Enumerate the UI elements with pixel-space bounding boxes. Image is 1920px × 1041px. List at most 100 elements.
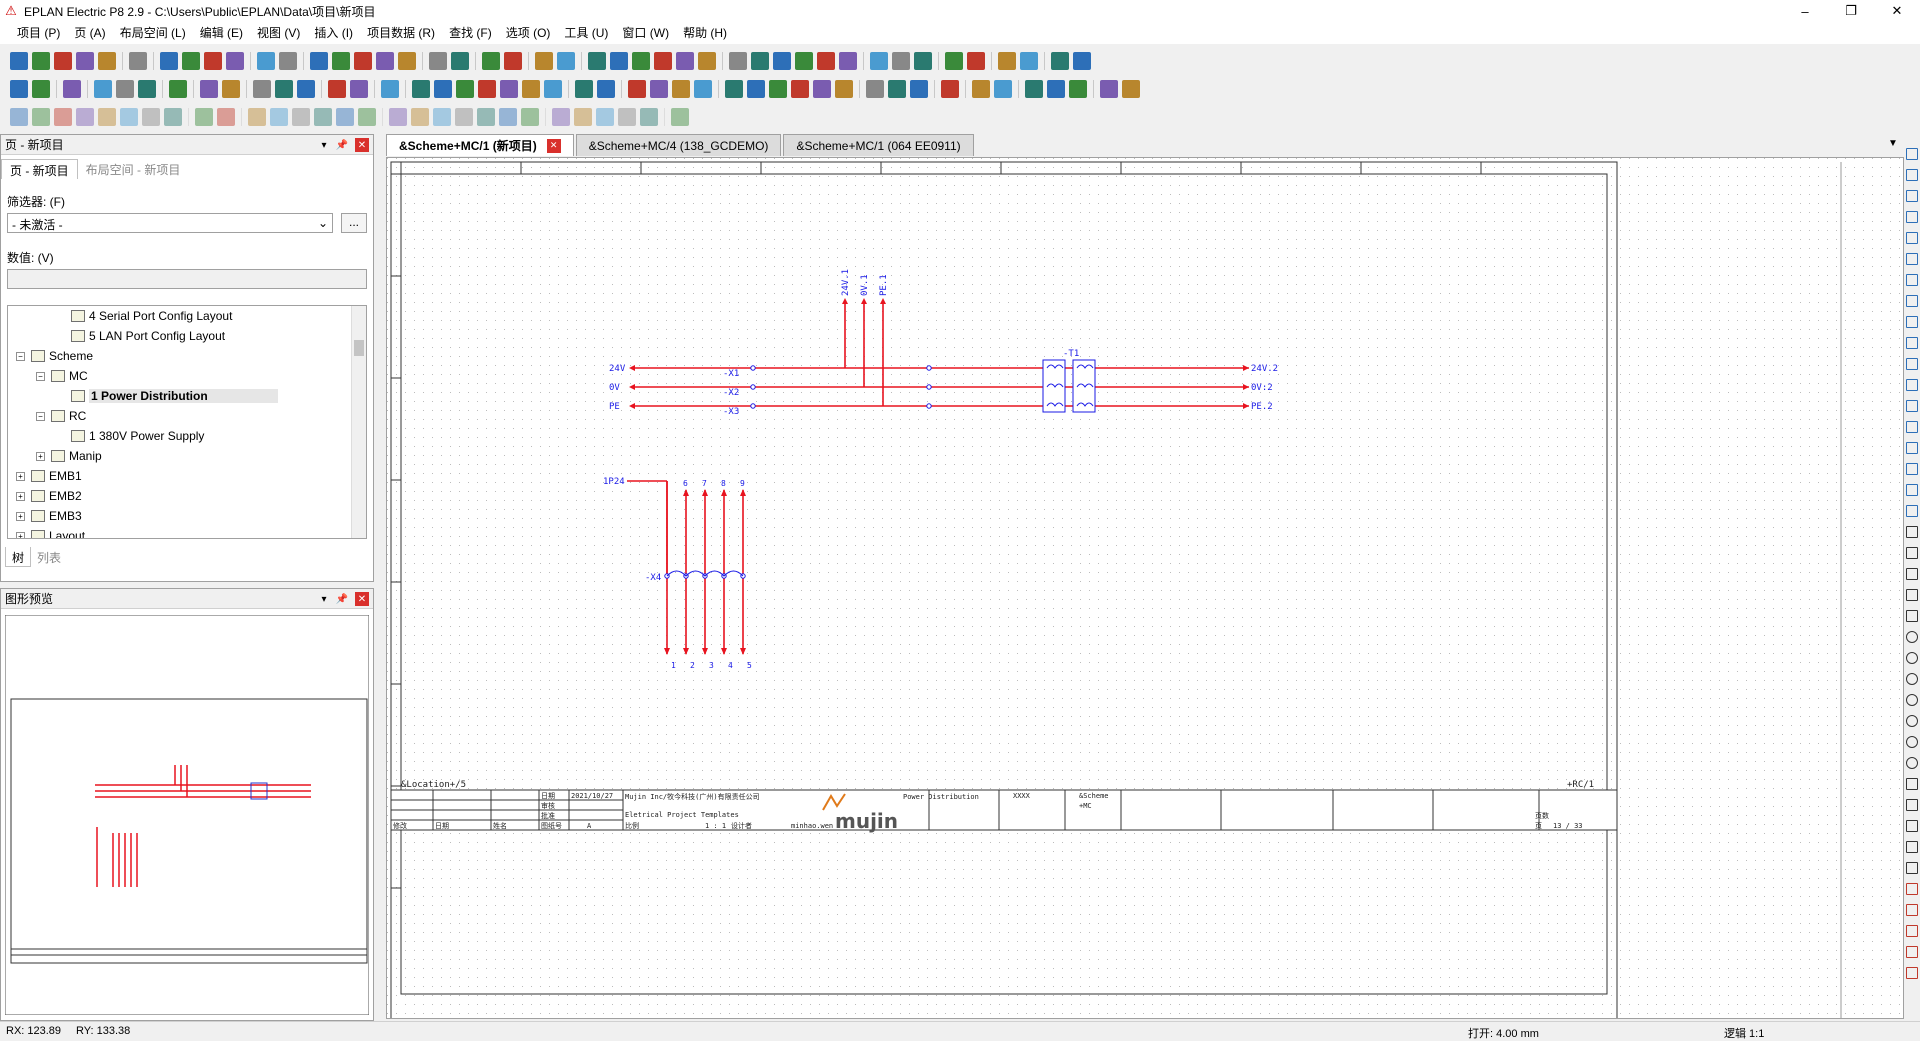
draw-tool-icon[interactable]: [1906, 841, 1918, 853]
tree-item[interactable]: + EMB1: [16, 468, 82, 484]
toolbar-icon[interactable]: [888, 80, 906, 98]
toolbar-icon[interactable]: [332, 52, 350, 70]
tab-scheme-mc-1-new[interactable]: &Scheme+MC/1 (新项目) ✕: [386, 134, 574, 156]
toolbar-icon[interactable]: [521, 108, 539, 126]
toolbar-icon[interactable]: [998, 52, 1016, 70]
toolbar-icon[interactable]: [76, 52, 94, 70]
toolbar-icon[interactable]: [411, 108, 429, 126]
toolbar-icon[interactable]: [433, 108, 451, 126]
menu-tools[interactable]: 工具 (U): [557, 22, 615, 44]
toolbar-icon[interactable]: [535, 52, 553, 70]
chevron-down-icon[interactable]: ▾: [317, 138, 331, 152]
toolbar-icon[interactable]: [676, 52, 694, 70]
toolbar-icon[interactable]: [381, 80, 399, 98]
draw-tool-icon[interactable]: [1906, 946, 1918, 958]
toolbar-icon[interactable]: [596, 108, 614, 126]
toolbar-icon[interactable]: [10, 80, 28, 98]
tree-item[interactable]: − Scheme: [16, 348, 93, 364]
tree-item[interactable]: 5 LAN Port Config Layout: [56, 328, 225, 344]
toolbar-icon[interactable]: [892, 52, 910, 70]
draw-tool-icon[interactable]: [1906, 547, 1918, 559]
toolbar-icon[interactable]: [226, 52, 244, 70]
tab-scheme-mc-1-ee0911[interactable]: &Scheme+MC/1 (064 EE0911): [783, 134, 974, 156]
toolbar-icon[interactable]: [336, 108, 354, 126]
toolbar-icon[interactable]: [672, 80, 690, 98]
toolbar-icon[interactable]: [142, 108, 160, 126]
toolbar-icon[interactable]: [200, 80, 218, 98]
toolbar-icon[interactable]: [1047, 80, 1065, 98]
toolbar-icon[interactable]: [270, 108, 288, 126]
menu-layout-space[interactable]: 布局空间 (L): [113, 22, 193, 44]
collapse-icon[interactable]: −: [36, 411, 45, 421]
tab-list[interactable]: 列表: [31, 547, 67, 567]
toolbar-icon[interactable]: [729, 52, 747, 70]
toolbar-icon[interactable]: [376, 52, 394, 70]
menu-edit[interactable]: 编辑 (E): [193, 22, 250, 44]
toolbar-icon[interactable]: [945, 52, 963, 70]
toolbar-icon[interactable]: [222, 80, 240, 98]
toolbar-icon[interactable]: [279, 52, 297, 70]
draw-tool-icon[interactable]: [1906, 694, 1918, 706]
draw-tool-icon[interactable]: [1906, 778, 1918, 790]
pin-icon[interactable]: 📌: [335, 138, 349, 152]
toolbar-icon[interactable]: [751, 52, 769, 70]
toolbar-icon[interactable]: [839, 52, 857, 70]
close-icon[interactable]: ✕: [355, 592, 369, 606]
toolbar-icon[interactable]: [610, 52, 628, 70]
menu-project-data[interactable]: 项目数据 (R): [360, 22, 442, 44]
toolbar-icon[interactable]: [429, 52, 447, 70]
toolbar-icon[interactable]: [914, 52, 932, 70]
menu-window[interactable]: 窗口 (W): [615, 22, 676, 44]
close-icon[interactable]: ✕: [355, 138, 369, 152]
menu-options[interactable]: 选项 (O): [499, 22, 558, 44]
toolbar-icon[interactable]: [994, 80, 1012, 98]
toolbar-icon[interactable]: [1069, 80, 1087, 98]
tree-item[interactable]: + EMB2: [16, 488, 82, 504]
toolbar-icon[interactable]: [552, 108, 570, 126]
toolbar-icon[interactable]: [248, 108, 266, 126]
expand-icon[interactable]: +: [16, 511, 25, 521]
toolbar-icon[interactable]: [310, 52, 328, 70]
toolbar-icon[interactable]: [618, 108, 636, 126]
toolbar-icon[interactable]: [63, 80, 81, 98]
toolbar-icon[interactable]: [328, 80, 346, 98]
toolbar-icon[interactable]: [204, 52, 222, 70]
expand-icon[interactable]: +: [16, 531, 25, 538]
toolbar-icon[interactable]: [314, 108, 332, 126]
tab-scheme-mc-4[interactable]: &Scheme+MC/4 (138_GCDEMO): [575, 134, 782, 156]
draw-tool-icon[interactable]: [1906, 379, 1918, 391]
close-icon[interactable]: ✕: [546, 138, 561, 153]
draw-tool-icon[interactable]: [1906, 631, 1918, 643]
toolbar-icon[interactable]: [160, 52, 178, 70]
tree-item[interactable]: 4 Serial Port Config Layout: [56, 308, 232, 324]
toolbar-icon[interactable]: [257, 52, 275, 70]
value-input[interactable]: [7, 269, 367, 289]
toolbar-icon[interactable]: [32, 80, 50, 98]
toolbar-icon[interactable]: [398, 52, 416, 70]
toolbar-icon[interactable]: [478, 80, 496, 98]
draw-tool-icon[interactable]: [1906, 715, 1918, 727]
toolbar-icon[interactable]: [253, 80, 271, 98]
toolbar-icon[interactable]: [866, 80, 884, 98]
draw-tool-icon[interactable]: [1906, 337, 1918, 349]
toolbar-icon[interactable]: [54, 108, 72, 126]
toolbar-icon[interactable]: [10, 52, 28, 70]
toolbar-icon[interactable]: [456, 80, 474, 98]
draw-tool-icon[interactable]: [1906, 316, 1918, 328]
tree-item[interactable]: + Layout: [16, 528, 85, 538]
toolbar-icon[interactable]: [574, 108, 592, 126]
draw-tool-icon[interactable]: [1906, 358, 1918, 370]
menu-page[interactable]: 页 (A): [67, 22, 112, 44]
toolbar-icon[interactable]: [138, 80, 156, 98]
expand-icon[interactable]: +: [36, 451, 45, 461]
collapse-icon[interactable]: −: [36, 371, 45, 381]
menu-insert[interactable]: 插入 (I): [307, 22, 360, 44]
draw-tool-icon[interactable]: [1906, 526, 1918, 538]
draw-tool-icon[interactable]: [1906, 610, 1918, 622]
toolbar-icon[interactable]: [725, 80, 743, 98]
toolbar-icon[interactable]: [129, 52, 147, 70]
filter-more-button[interactable]: ...: [341, 213, 367, 233]
toolbar-icon[interactable]: [32, 108, 50, 126]
toolbar-icon[interactable]: [747, 80, 765, 98]
draw-tool-icon[interactable]: [1906, 925, 1918, 937]
